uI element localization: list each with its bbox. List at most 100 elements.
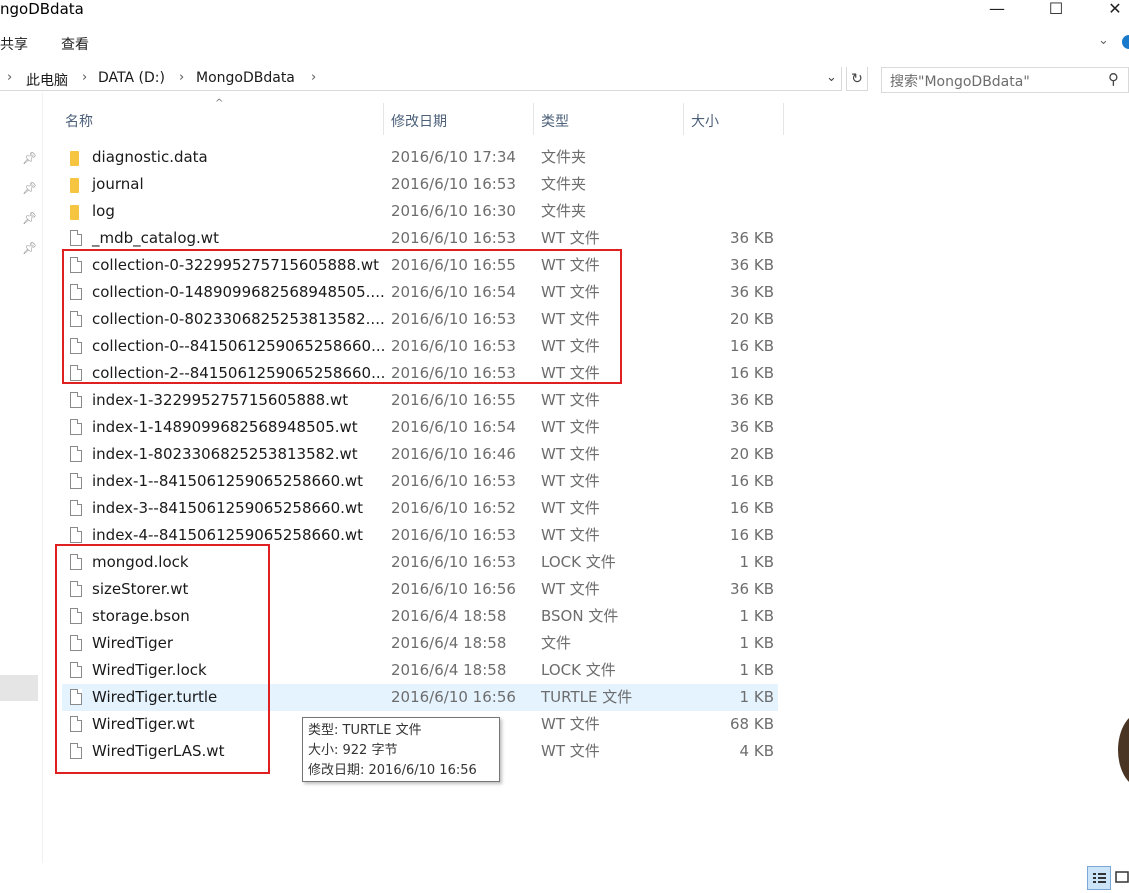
large-icons-view-icon[interactable] (1112, 866, 1129, 890)
file-icon (70, 230, 82, 246)
file-type: WT 文件 (541, 526, 600, 544)
file-name: index-1-8023306825253813582.wt (92, 445, 358, 463)
file-size: 16 KB (730, 337, 774, 355)
file-date: 2016/6/10 16:53 (391, 472, 516, 490)
breadcrumb-separator-icon[interactable]: › (82, 70, 87, 85)
file-size: 36 KB (730, 391, 774, 409)
file-row[interactable]: index-3--8415061259065258660.wt 2016/6/10… (62, 495, 778, 522)
file-size: 1 KB (739, 553, 774, 571)
file-row[interactable]: index-1-322995275715605888.wt 2016/6/10 1… (62, 387, 778, 414)
close-button[interactable]: ✕ (1100, 0, 1129, 18)
column-separator[interactable] (383, 103, 384, 135)
file-row[interactable]: journal 2016/6/10 16:53 文件夹 (62, 171, 778, 198)
file-date: 2016/6/4 18:58 (391, 634, 507, 652)
tooltip-type: 类型: TURTLE 文件 (308, 723, 422, 738)
file-icon (70, 446, 82, 462)
tooltip-size: 大小: 922 字节 (308, 743, 398, 758)
decorative-figure-icon (1118, 718, 1129, 782)
file-size: 1 KB (739, 634, 774, 652)
breadcrumb-this-pc[interactable]: 此电脑 (26, 70, 68, 90)
file-icon (70, 419, 82, 435)
file-row[interactable]: log 2016/6/10 16:30 文件夹 (62, 198, 778, 225)
search-icon[interactable]: ⚲ (1108, 70, 1119, 88)
tab-view[interactable]: 查看 (61, 34, 89, 54)
breadcrumb-separator-icon[interactable]: › (179, 70, 184, 85)
maximize-button[interactable]: ☐ (1041, 0, 1071, 18)
breadcrumb-mongodbdata[interactable]: MongoDBdata (196, 70, 295, 86)
file-info-tooltip: 类型: TURTLE 文件 大小: 922 字节 修改日期: 2016/6/10… (302, 717, 500, 782)
file-row[interactable]: _mdb_catalog.wt 2016/6/10 16:53 WT 文件 36 KB (62, 225, 778, 252)
file-size: 1 KB (739, 607, 774, 625)
column-separator[interactable] (683, 103, 684, 135)
file-size: 16 KB (730, 526, 774, 544)
file-size: 16 KB (730, 472, 774, 490)
file-icon (70, 473, 82, 489)
folder-icon (70, 178, 79, 193)
column-separator[interactable] (533, 103, 534, 135)
column-header-type[interactable]: 类型 (541, 111, 569, 131)
file-size: 36 KB (730, 283, 774, 301)
file-type: LOCK 文件 (541, 553, 616, 571)
file-name: log (92, 202, 115, 220)
breadcrumb-data-drive[interactable]: DATA (D:) (98, 70, 165, 86)
refresh-button[interactable]: ↻ (846, 67, 868, 91)
chevron-down-icon[interactable]: ⌄ (1098, 33, 1109, 48)
pin-icon: 📌︎ (22, 151, 38, 165)
file-icon (70, 527, 82, 543)
sidebar-selected-item[interactable] (0, 675, 38, 701)
file-date: 2016/6/10 16:52 (391, 499, 516, 517)
file-type: WT 文件 (541, 418, 600, 436)
file-size: 36 KB (730, 580, 774, 598)
file-type: WT 文件 (541, 742, 600, 760)
file-type: WT 文件 (541, 715, 600, 733)
file-name: index-1--8415061259065258660.wt (92, 472, 364, 490)
file-type: WT 文件 (541, 445, 600, 463)
file-size: 36 KB (730, 418, 774, 436)
file-type: 文件夹 (541, 148, 587, 166)
file-row[interactable]: diagnostic.data 2016/6/10 17:34 文件夹 (62, 144, 778, 171)
file-type: WT 文件 (541, 499, 600, 517)
search-placeholder: 搜索"MongoDBdata" (890, 74, 1030, 90)
file-date: 2016/6/10 16:30 (391, 202, 516, 220)
highlight-box-wiredtiger (55, 544, 270, 774)
folder-icon (70, 205, 79, 220)
column-separator[interactable] (783, 103, 784, 135)
file-date: 2016/6/10 17:34 (391, 148, 516, 166)
file-date: 2016/6/10 16:56 (391, 688, 516, 706)
file-date: 2016/6/10 16:54 (391, 418, 516, 436)
file-date: 2016/6/10 16:53 (391, 526, 516, 544)
file-size: 4 KB (739, 742, 774, 760)
file-name: diagnostic.data (92, 148, 208, 166)
file-size: 1 KB (739, 661, 774, 679)
tooltip-date: 修改日期: 2016/6/10 16:56 (308, 763, 477, 778)
sidebar-divider (42, 93, 43, 863)
file-date: 2016/6/10 16:53 (391, 229, 516, 247)
file-type: 文件 (541, 634, 572, 652)
file-icon (70, 500, 82, 516)
address-dropdown-icon[interactable]: ⌄ (826, 70, 837, 85)
column-header-size[interactable]: 大小 (691, 111, 719, 131)
file-date: 2016/6/4 18:58 (391, 607, 507, 625)
breadcrumb-separator-icon[interactable]: › (311, 70, 316, 85)
minimize-button[interactable]: — (982, 0, 1012, 18)
file-row[interactable]: index-1-1489099682568948505.wt 2016/6/10 … (62, 414, 778, 441)
file-size: 16 KB (730, 499, 774, 517)
file-type: LOCK 文件 (541, 661, 616, 679)
column-header-date[interactable]: 修改日期 (391, 111, 447, 131)
file-name: index-4--8415061259065258660.wt (92, 526, 364, 544)
tab-share[interactable]: 共享 (0, 34, 28, 54)
breadcrumb-chevron-icon[interactable]: › (7, 70, 12, 85)
pin-icon: 📌︎ (22, 211, 38, 225)
file-size: 36 KB (730, 229, 774, 247)
file-type: 文件夹 (541, 202, 587, 220)
file-row[interactable]: index-1-8023306825253813582.wt 2016/6/10 … (62, 441, 778, 468)
file-size: 68 KB (730, 715, 774, 733)
pin-icon: 📌︎ (22, 241, 38, 255)
help-icon[interactable] (1122, 35, 1129, 49)
column-header-name[interactable]: 名称 (65, 111, 93, 131)
file-size: 20 KB (730, 310, 774, 328)
details-view-icon[interactable] (1087, 866, 1111, 890)
file-type: WT 文件 (541, 472, 600, 490)
file-name: journal (92, 175, 144, 193)
file-row[interactable]: index-1--8415061259065258660.wt 2016/6/10… (62, 468, 778, 495)
